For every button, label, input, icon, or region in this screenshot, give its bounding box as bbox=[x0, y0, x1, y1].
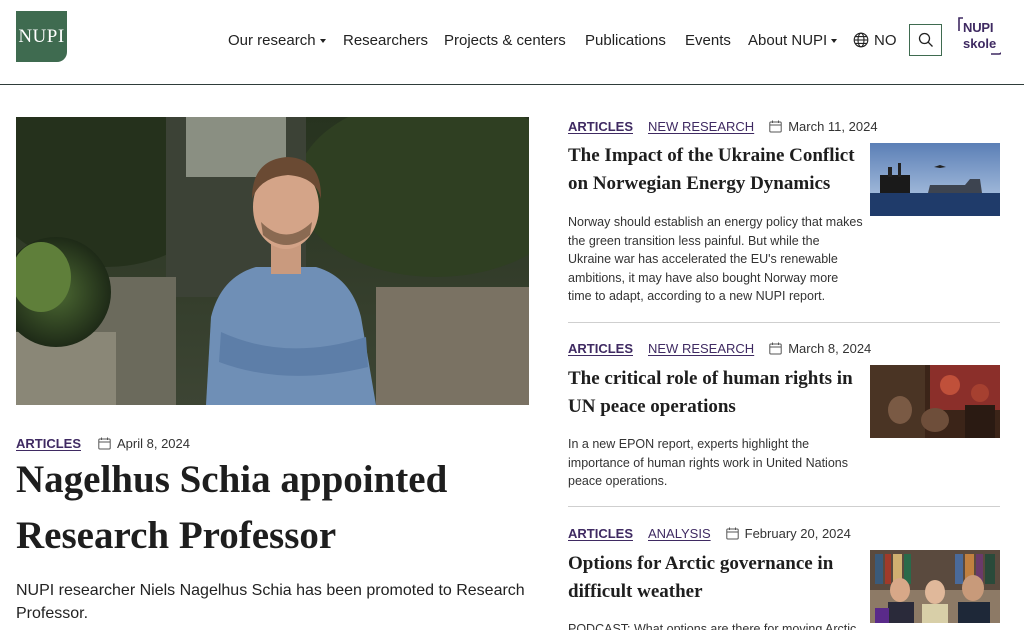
nav-events[interactable]: Events bbox=[685, 30, 731, 50]
publish-date: April 8, 2024 bbox=[117, 436, 190, 451]
skole-logo-line1: NUPI bbox=[963, 20, 994, 35]
article-thumbnail[interactable] bbox=[870, 550, 1000, 623]
category-link[interactable]: ARTICLES bbox=[16, 436, 81, 451]
search-icon bbox=[918, 32, 933, 47]
publish-date: February 20, 2024 bbox=[744, 526, 851, 541]
search-button[interactable] bbox=[909, 24, 942, 56]
chevron-down-icon bbox=[831, 38, 838, 43]
nav-researchers[interactable]: Researchers bbox=[343, 30, 428, 50]
market-scene-image bbox=[870, 365, 1000, 438]
nav-label: Our research bbox=[228, 31, 316, 49]
publish-date: March 11, 2024 bbox=[788, 119, 878, 134]
featured-meta: ARTICLES April 8, 2024 bbox=[16, 436, 190, 451]
category-link[interactable]: ARTICLES bbox=[568, 119, 633, 134]
subcategory-link[interactable]: NEW RESEARCH bbox=[648, 341, 754, 356]
article-summary: PODCAST: What options are there for movi… bbox=[568, 622, 857, 630]
divider bbox=[568, 506, 1000, 507]
category-link[interactable]: ARTICLES bbox=[568, 526, 633, 541]
podcast-people-image bbox=[870, 550, 1000, 623]
category-link[interactable]: ARTICLES bbox=[568, 341, 633, 356]
publish-date: March 8, 2024 bbox=[788, 341, 872, 356]
calendar-icon bbox=[769, 120, 782, 133]
featured-lead: NUPI researcher Niels Nagelhus Schia has… bbox=[16, 582, 525, 622]
article-meta: ARTICLES NEW RESEARCH March 8, 2024 bbox=[568, 341, 871, 356]
nav-projects-centers[interactable]: Projects & centers bbox=[444, 30, 566, 50]
nav-label: Events bbox=[685, 31, 731, 49]
language-label: NO bbox=[874, 31, 897, 49]
nav-publications[interactable]: Publications bbox=[585, 30, 666, 50]
calendar-icon bbox=[725, 527, 739, 540]
logo-text: NUPI bbox=[18, 25, 65, 47]
featured-image[interactable] bbox=[16, 117, 529, 405]
portrait-photo bbox=[16, 117, 529, 405]
nav-about-nupi[interactable]: About NUPI bbox=[748, 30, 838, 50]
chevron-down-icon bbox=[319, 38, 326, 43]
divider bbox=[568, 322, 1000, 323]
skole-logo-line2: skole bbox=[963, 36, 997, 51]
nav-label: Researchers bbox=[343, 31, 429, 49]
calendar-icon bbox=[98, 437, 111, 450]
nav-label: About NUPI bbox=[748, 31, 828, 49]
article-thumbnail[interactable] bbox=[870, 143, 1000, 216]
article-meta: ARTICLES NEW RESEARCH March 11, 2024 bbox=[568, 119, 878, 134]
calendar-icon bbox=[769, 342, 782, 355]
nupi-skole-logo[interactable]: NUPI skole bbox=[952, 17, 1002, 57]
site-header: NUPI Our research Researchers Projects &… bbox=[0, 0, 1024, 85]
article-title[interactable]: The critical role of human rights in UN … bbox=[568, 365, 863, 421]
nav-label: Projects & centers bbox=[444, 31, 566, 49]
globe-icon bbox=[853, 32, 869, 48]
article-meta: ARTICLES ANALYSIS February 20, 2024 bbox=[568, 526, 851, 541]
article-thumbnail[interactable] bbox=[870, 365, 1000, 438]
nav-label: Publications bbox=[585, 31, 666, 49]
article-summary: Norway should establish an energy policy… bbox=[568, 215, 863, 304]
article-title[interactable]: Options for Arctic governance in difficu… bbox=[568, 550, 863, 606]
language-switch[interactable]: NO bbox=[853, 30, 897, 50]
article-summary: In a new EPON report, experts highlight … bbox=[568, 437, 848, 489]
nupi-logo[interactable]: NUPI bbox=[16, 11, 67, 62]
nav-our-research[interactable]: Our research bbox=[228, 30, 326, 50]
oil-platform-image bbox=[870, 143, 1000, 216]
subcategory-link[interactable]: ANALYSIS bbox=[648, 526, 711, 541]
featured-title[interactable]: Nagelhus Schia appointed Research Profes… bbox=[16, 452, 536, 564]
subcategory-link[interactable]: NEW RESEARCH bbox=[648, 119, 754, 134]
article-title[interactable]: The Impact of the Ukraine Conflict on No… bbox=[568, 142, 863, 198]
